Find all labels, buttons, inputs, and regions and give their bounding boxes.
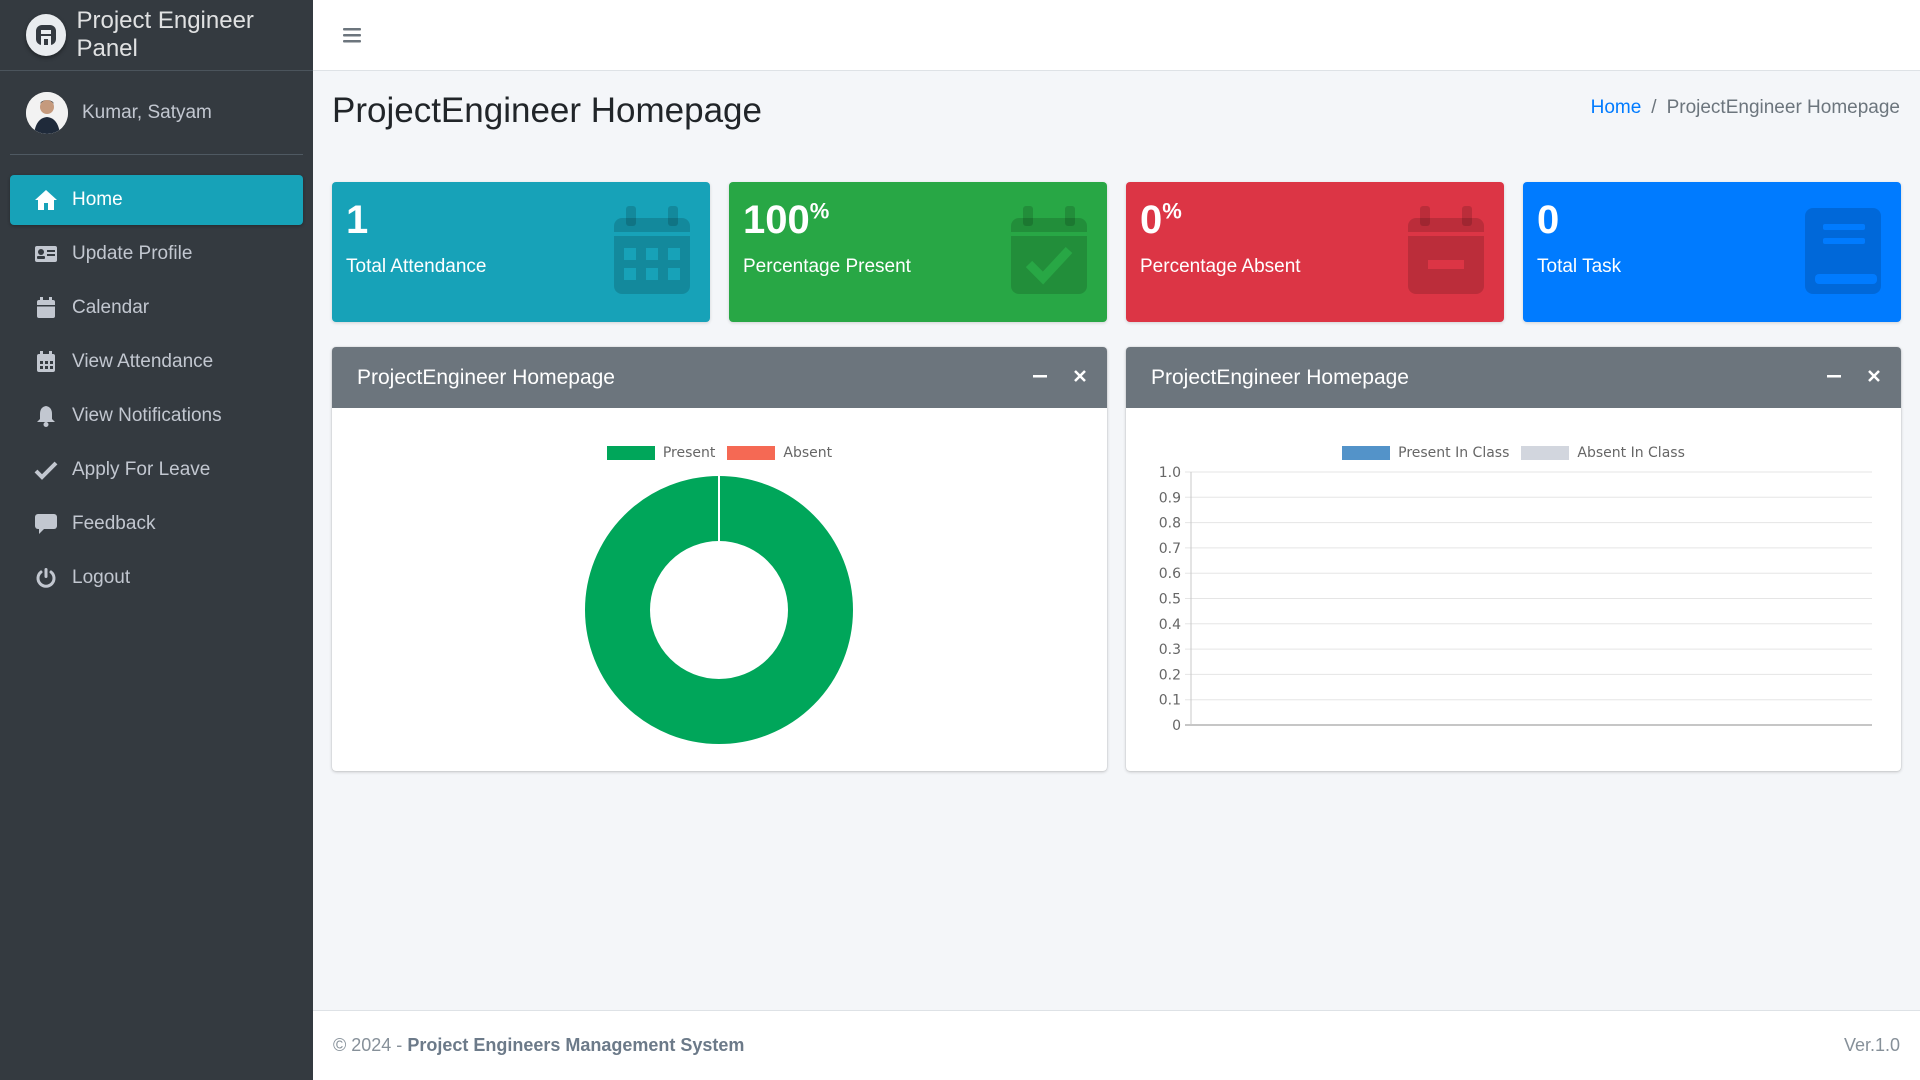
chart-cards: ProjectEngineer Homepage Present Absent … bbox=[332, 347, 1901, 771]
card-tools bbox=[1825, 367, 1883, 385]
footer-system-name: Project Engineers Management System bbox=[407, 1035, 745, 1055]
sidebar-item-view-attendance[interactable]: View Attendance bbox=[10, 337, 303, 387]
sidebar-item-label: View Notifications bbox=[72, 405, 222, 426]
doughnut-chart-area: Present Absent bbox=[332, 408, 1107, 771]
home-icon bbox=[34, 188, 58, 212]
stat-box-total-attendance: 1 Total Attendance bbox=[332, 182, 710, 322]
avatar bbox=[26, 91, 68, 134]
sidebar-item-label: Logout bbox=[72, 567, 131, 588]
sidebar-item-feedback[interactable]: Feedback bbox=[10, 499, 303, 549]
y-tick-label: 0 bbox=[1172, 718, 1181, 734]
sidebar-item-update-profile[interactable]: Update Profile bbox=[10, 229, 303, 279]
y-tick-label: 0.3 bbox=[1159, 642, 1181, 658]
sidebar-item-apply-for-leave[interactable]: Apply For Leave bbox=[10, 445, 303, 495]
page-title: ProjectEngineer Homepage bbox=[332, 91, 762, 130]
stat-box-percentage-absent: 0% Percentage Absent bbox=[1126, 182, 1504, 322]
y-tick-label: 0.6 bbox=[1159, 566, 1181, 582]
y-tick-label: 0.9 bbox=[1159, 490, 1181, 506]
sidebar-item-label: Apply For Leave bbox=[72, 459, 211, 480]
card-header: ProjectEngineer Homepage bbox=[332, 347, 1107, 408]
id-card-icon bbox=[34, 242, 58, 266]
y-tick-label: 0.5 bbox=[1159, 592, 1181, 608]
class-attendance-bar-card: ProjectEngineer Homepage Present In Clas… bbox=[1126, 347, 1901, 771]
sidebar-item-label: View Attendance bbox=[72, 351, 214, 372]
menu-toggle-icon[interactable] bbox=[341, 24, 363, 46]
card-tools bbox=[1031, 367, 1089, 385]
sidebar-nav: Home Update Profile Calendar View Attend… bbox=[0, 175, 313, 603]
y-tick-label: 1.0 bbox=[1159, 465, 1181, 481]
book-icon bbox=[1805, 208, 1881, 294]
card-title: ProjectEngineer Homepage bbox=[1151, 365, 1409, 389]
y-tick-label: 0.1 bbox=[1159, 693, 1181, 709]
bar-chart-area: Present In Class Absent In Class 1.0 0.9 0… bbox=[1126, 408, 1901, 771]
breadcrumb: Home / ProjectEngineer Homepage bbox=[1591, 97, 1900, 119]
brand-title: Project Engineer Panel bbox=[76, 7, 254, 62]
stat-box-percentage-present: 100% Percentage Present bbox=[729, 182, 1107, 322]
y-tick-label: 0.8 bbox=[1159, 516, 1181, 532]
comment-icon bbox=[34, 512, 58, 536]
sidebar-item-logout[interactable]: Logout bbox=[10, 553, 303, 603]
calendar-check-icon bbox=[1011, 206, 1087, 294]
calendar-minus-icon bbox=[1408, 206, 1484, 294]
bar-chart: 1.0 0.9 0.8 0.7 0.6 0.5 0.4 0.3 0.2 0.1 0 bbox=[1159, 465, 1872, 734]
close-icon[interactable] bbox=[1071, 367, 1089, 385]
sidebar-item-home[interactable]: Home bbox=[10, 175, 303, 225]
user-name[interactable]: Kumar, Satyam bbox=[82, 102, 212, 124]
user-panel[interactable]: Kumar, Satyam bbox=[10, 71, 303, 155]
calendar-icon bbox=[614, 206, 690, 294]
bell-icon bbox=[34, 404, 58, 428]
footer: © 2024 - Project Engineers Management Sy… bbox=[313, 1010, 1920, 1080]
card-title: ProjectEngineer Homepage bbox=[357, 365, 615, 389]
collapse-minus-icon[interactable] bbox=[1031, 367, 1049, 385]
main-content: ProjectEngineer Homepage Home / ProjectE… bbox=[313, 71, 1920, 1010]
calendar-grid-icon bbox=[34, 350, 58, 374]
calendar-icon bbox=[34, 296, 58, 320]
sidebar-item-label: Calendar bbox=[72, 297, 150, 318]
y-tick-label: 0.4 bbox=[1159, 617, 1181, 633]
card-header: ProjectEngineer Homepage bbox=[1126, 347, 1901, 408]
sidebar-item-view-notifications[interactable]: View Notifications bbox=[10, 391, 303, 441]
breadcrumb-current: ProjectEngineer Homepage bbox=[1666, 97, 1900, 118]
sidebar-item-calendar[interactable]: Calendar bbox=[10, 283, 303, 333]
sidebar-item-label: Feedback bbox=[72, 513, 156, 534]
footer-copyright: © 2024 - Project Engineers Management Sy… bbox=[333, 1035, 745, 1055]
sidebar-item-label: Update Profile bbox=[72, 243, 193, 264]
stat-boxes: 1 Total Attendance 100% Percentage Prese… bbox=[332, 182, 1901, 322]
footer-version: Ver.1.0 bbox=[1843, 1035, 1900, 1055]
sidebar-item-label: Home bbox=[72, 189, 123, 210]
collapse-minus-icon[interactable] bbox=[1825, 367, 1843, 385]
y-tick-label: 0.2 bbox=[1159, 667, 1181, 683]
attendance-doughnut-card: ProjectEngineer Homepage Present Absent bbox=[332, 347, 1107, 771]
y-tick-label: 0.7 bbox=[1159, 541, 1181, 557]
sidebar: Project Engineer Panel Kumar, Satyam Hom… bbox=[0, 0, 313, 1080]
stat-box-total-task: 0 Total Task bbox=[1523, 182, 1901, 322]
close-icon[interactable] bbox=[1865, 367, 1883, 385]
check-icon bbox=[34, 458, 58, 482]
top-navbar bbox=[313, 0, 1920, 71]
brand-logo-icon bbox=[26, 14, 67, 56]
power-icon bbox=[34, 566, 58, 590]
breadcrumb-separator: / bbox=[1651, 97, 1657, 118]
doughnut-chart bbox=[585, 476, 853, 744]
breadcrumb-home-link[interactable]: Home bbox=[1591, 97, 1642, 119]
brand-link[interactable]: Project Engineer Panel bbox=[0, 0, 313, 71]
